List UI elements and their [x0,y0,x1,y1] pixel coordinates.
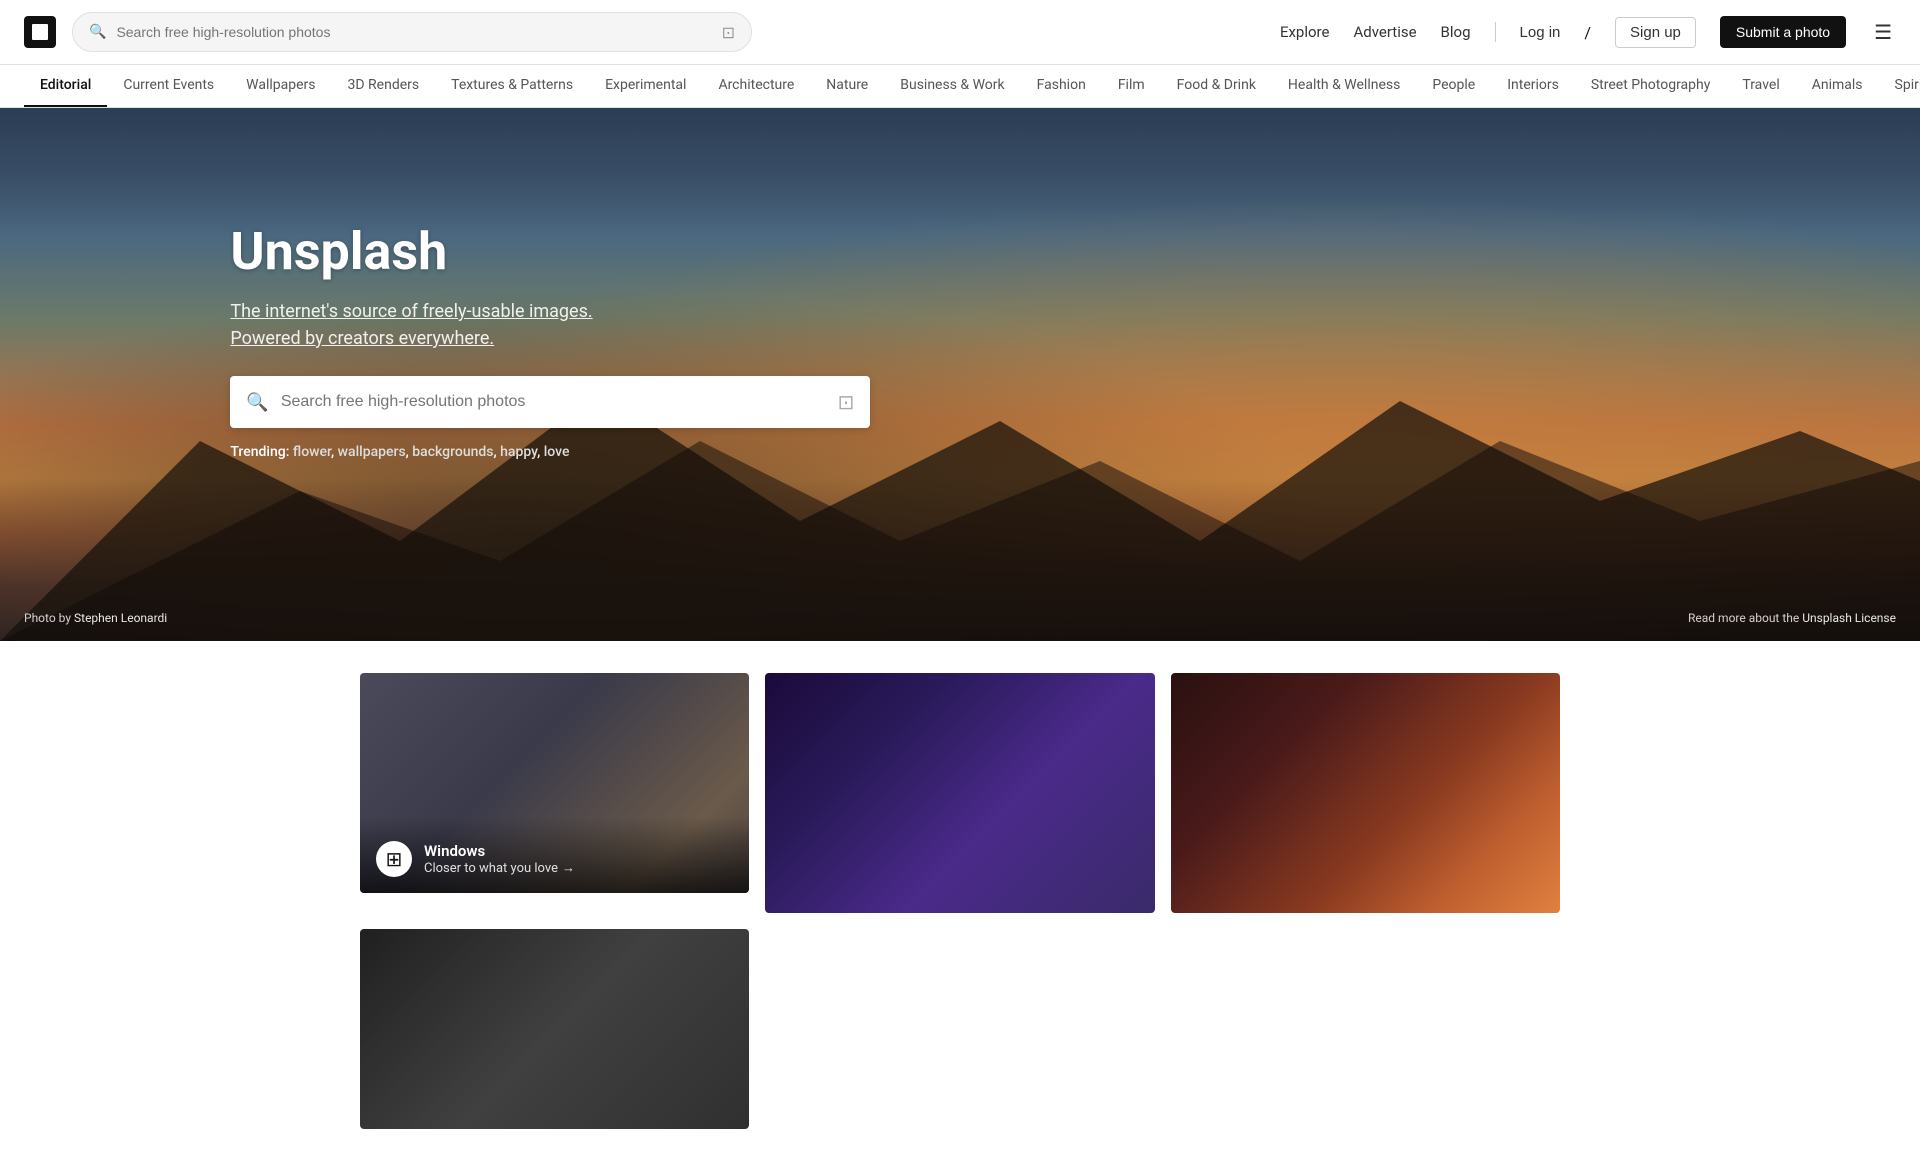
ad-subtitle[interactable]: Closer to what you love → [424,860,575,876]
ad-text: Windows Closer to what you love → [424,842,575,876]
hero-subtitle-plain: The internet's source of [230,301,422,322]
license-link[interactable]: Unsplash License [1802,611,1896,625]
category-item-health-wellness[interactable]: Health & Wellness [1272,65,1416,107]
category-item-architecture[interactable]: Architecture [702,65,810,107]
category-item-people[interactable]: People [1416,65,1491,107]
hero-subtitle-link[interactable]: freely-usable images. [422,301,592,322]
header-nav: Explore Advertise Blog Log in / Sign up … [1280,16,1896,49]
login-button[interactable]: Log in [1520,24,1561,41]
nav-advertise[interactable]: Advertise [1353,23,1416,41]
trending-link-backgrounds[interactable]: backgrounds [412,444,493,460]
hero-search-icon: 🔍 [246,392,268,413]
site-header: 🔍 ⊡ Explore Advertise Blog Log in / Sign… [0,0,1920,108]
category-item-editorial[interactable]: Editorial [24,65,107,107]
nav-explore[interactable]: Explore [1280,23,1330,41]
photo-card-orange[interactable] [1171,673,1560,913]
search-icon: 🔍 [89,24,106,40]
ad-arrow-icon: → [562,860,575,876]
nav-blog[interactable]: Blog [1441,23,1471,41]
trending-label: Trending: [230,444,289,460]
camera-search-icon[interactable]: ⊡ [722,23,735,42]
site-logo[interactable] [24,16,56,48]
trending-link-flower[interactable]: flower [293,444,331,460]
windows-logo-icon: ⊞ [376,841,412,877]
submit-photo-button[interactable]: Submit a photo [1720,16,1846,48]
category-item-business-work[interactable]: Business & Work [884,65,1020,107]
category-item-3d-renders[interactable]: 3D Renders [332,65,436,107]
hero-search-input[interactable] [281,393,826,411]
category-item-fashion[interactable]: Fashion [1021,65,1102,107]
header-search-input[interactable] [116,24,711,40]
category-item-food-drink[interactable]: Food & Drink [1161,65,1272,107]
signup-button[interactable]: Sign up [1615,17,1696,48]
photos-section: ⊞ Windows Closer to what you love → [240,641,1680,1161]
category-item-film[interactable]: Film [1102,65,1161,107]
ad-overlay: ⊞ Windows Closer to what you love → [360,817,749,893]
hero-subtitle: The internet's source of freely-usable i… [230,298,592,352]
category-item-wallpapers[interactable]: Wallpapers [230,65,331,107]
trending-links: flower, wallpapers, backgrounds, happy, … [293,444,570,460]
hero-content: Unsplash The internet's source of freely… [0,101,680,460]
header-top: 🔍 ⊡ Explore Advertise Blog Log in / Sign… [0,0,1920,64]
nav-slash: / [1584,23,1591,42]
category-item-nature[interactable]: Nature [810,65,884,107]
nav-divider [1495,22,1496,42]
category-item-travel[interactable]: Travel [1726,65,1795,107]
category-item-spirituality[interactable]: Spirituality [1879,65,1920,107]
category-item-street-photography[interactable]: Street Photography [1575,65,1727,107]
photo-card-ad[interactable]: ⊞ Windows Closer to what you love → [360,673,749,893]
license-section: Read more about the Unsplash License [1688,611,1896,625]
hero-footer: Photo by Stephen Leonardi Read more abou… [0,611,1920,625]
trending-link-love[interactable]: love [544,444,570,460]
photo-credit: Photo by Stephen Leonardi [24,611,167,625]
trending-section: Trending: flower, wallpapers, background… [230,444,569,460]
category-item-animals[interactable]: Animals [1796,65,1879,107]
category-item-interiors[interactable]: Interiors [1491,65,1575,107]
category-nav: EditorialCurrent EventsWallpapers3D Rend… [0,64,1920,107]
photo-card-purple[interactable] [765,673,1154,913]
category-item-experimental[interactable]: Experimental [589,65,702,107]
trending-link-happy[interactable]: happy [500,444,537,460]
header-search-bar[interactable]: 🔍 ⊡ [72,12,752,52]
hero-search-bar[interactable]: 🔍 ⊡ [230,376,870,428]
hero-subtitle-end: Powered by creators everywhere. [230,328,494,349]
hero-title: Unsplash [230,221,447,282]
ad-title: Windows [424,842,575,860]
photos-grid: ⊞ Windows Closer to what you love → [360,673,1560,1129]
logo-mark [32,24,48,40]
hero-section: Unsplash The internet's source of freely… [0,101,1920,641]
photographer-link[interactable]: Stephen Leonardi [74,611,167,625]
hero-camera-icon[interactable]: ⊡ [838,390,855,414]
trending-link-wallpapers[interactable]: wallpapers [338,444,406,460]
category-item-current-events[interactable]: Current Events [107,65,230,107]
category-item-textures-patterns[interactable]: Textures & Patterns [435,65,589,107]
hamburger-menu-button[interactable]: ☰ [1870,16,1896,49]
photo-card-dark[interactable] [360,929,749,1129]
